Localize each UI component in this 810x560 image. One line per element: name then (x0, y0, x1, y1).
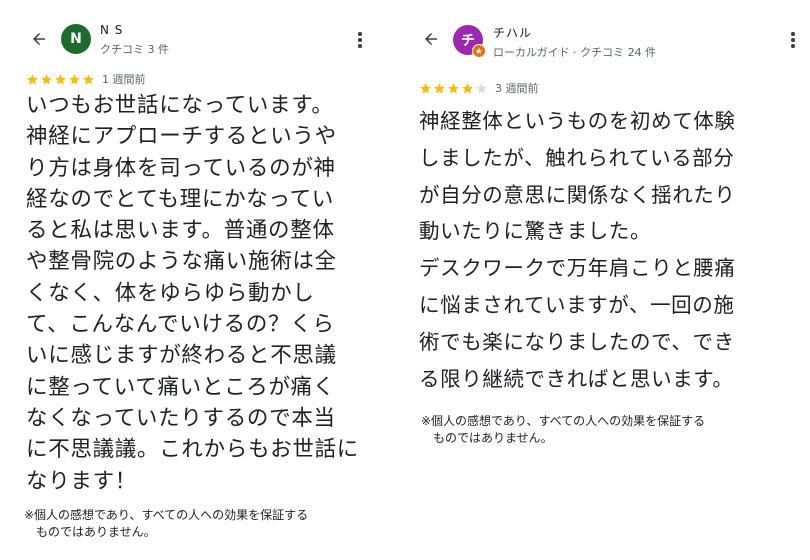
star-icon (69, 73, 80, 85)
rating-row: 1 週間前 (26, 71, 146, 87)
star-icon (83, 73, 94, 85)
back-button[interactable] (24, 24, 54, 54)
star-icon (434, 82, 445, 94)
more-vert-icon (358, 32, 362, 48)
review-text: 神経整体というものを初めて体験 しましたが、触れられている部分 が自分の意思に関… (419, 109, 736, 391)
star-icon (41, 73, 52, 85)
star-icon (27, 73, 38, 85)
arrow-left-icon (425, 33, 437, 45)
star-rating (419, 82, 488, 95)
star-icon (55, 73, 66, 85)
back-button[interactable] (416, 24, 446, 54)
rating-row: 3 週間前 (419, 80, 539, 96)
disclaimer: ※個人の感想であり、すべての人への効果を保証する ものではありません。 (24, 508, 309, 539)
star-icon (476, 82, 487, 94)
more-vert-icon (791, 32, 795, 48)
review-card-chiharu: チ チハル ローカルガイド · クチコミ 24 件 3 週間前 神経整体というも… (405, 0, 810, 560)
avatar[interactable]: チ (453, 25, 486, 58)
more-options-button[interactable] (785, 28, 801, 52)
arrow-left-icon (33, 33, 45, 45)
local-guide-badge-icon (472, 44, 486, 58)
reviewer-meta: ローカルガイド · クチコミ 24 件 (493, 46, 657, 59)
reviewer-name[interactable]: N S (100, 23, 123, 37)
avatar-initial: N (70, 31, 82, 47)
review-card-ns: N N S クチコミ 3 件 1 週間前 いつもお世話になっています。 神経にア… (0, 0, 400, 560)
avatar[interactable]: N (61, 24, 91, 54)
star-icon (420, 82, 431, 94)
review-date: 3 週間前 (495, 82, 539, 95)
review-text: いつもお世話になっています。 神経にアプローチするというや り方は身体を司ってい… (26, 93, 360, 494)
reviewer-name[interactable]: チハル (493, 24, 532, 41)
star-icon (462, 82, 473, 94)
more-options-button[interactable] (352, 28, 368, 52)
reviewer-meta: クチコミ 3 件 (100, 43, 169, 56)
disclaimer: ※個人の感想であり、すべての人への効果を保証する ものではありません。 (421, 414, 706, 445)
star-icon (448, 82, 459, 94)
review-date: 1 週間前 (102, 73, 146, 86)
star-rating (26, 73, 95, 86)
